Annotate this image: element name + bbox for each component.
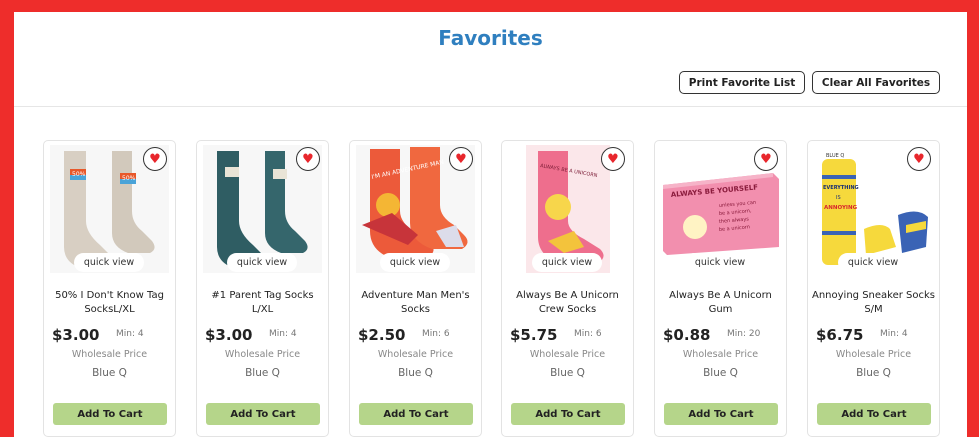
clear-favorites-button[interactable]: Clear All Favorites <box>812 71 940 94</box>
product-name[interactable]: Adventure Man Men's Socks <box>354 289 477 317</box>
product-name[interactable]: Annoying Sneaker Socks S/M <box>812 289 935 317</box>
product-price: $0.88 <box>663 326 711 344</box>
product-card[interactable]: I'M AN ADVENTURE MAN ♥ quick view Advent… <box>349 140 482 437</box>
page-title: Favorites <box>438 26 543 50</box>
quick-view-button[interactable]: quick view <box>380 253 450 272</box>
add-to-cart-button[interactable]: Add To Cart <box>359 403 473 425</box>
product-card[interactable]: ALWAYS BE YOURSELF unless you can be a u… <box>654 140 787 437</box>
minimum-quantity: Min: 4 <box>116 329 144 339</box>
add-to-cart-button[interactable]: Add To Cart <box>817 403 931 425</box>
favorite-heart-button[interactable]: ♥ <box>449 147 473 171</box>
product-card[interactable]: 50% 50% ♥ quick view 50% I Don't Know Ta… <box>43 140 176 437</box>
add-to-cart-button[interactable]: Add To Cart <box>511 403 625 425</box>
quick-view-button[interactable]: quick view <box>838 253 908 272</box>
product-brand: Blue Q <box>245 367 280 379</box>
product-brand: Blue Q <box>856 367 891 379</box>
favorite-heart-button[interactable]: ♥ <box>907 147 931 171</box>
sock-print-text: EVERYTHING <box>823 185 859 191</box>
sock-print-text: IS <box>836 195 841 201</box>
heart-icon: ♥ <box>302 151 314 167</box>
wholesale-price-label: Wholesale Price <box>835 349 912 360</box>
heart-icon: ♥ <box>149 151 161 167</box>
wholesale-price-label: Wholesale Price <box>224 349 301 360</box>
minimum-quantity: Min: 6 <box>574 329 602 339</box>
heart-icon: ♥ <box>607 151 619 167</box>
add-to-cart-button[interactable]: Add To Cart <box>664 403 778 425</box>
product-card[interactable]: ALWAYS BE A UNICORN ♥ quick view Always … <box>501 140 634 437</box>
product-brand: Blue Q <box>398 367 433 379</box>
favorite-heart-button[interactable]: ♥ <box>143 147 167 171</box>
product-brand: Blue Q <box>550 367 585 379</box>
wholesale-price-label: Wholesale Price <box>529 349 606 360</box>
print-favorites-button[interactable]: Print Favorite List <box>679 71 805 94</box>
product-price: $6.75 <box>816 326 864 344</box>
product-price: $5.75 <box>510 326 558 344</box>
favorite-heart-button[interactable]: ♥ <box>296 147 320 171</box>
add-to-cart-button[interactable]: Add To Cart <box>53 403 167 425</box>
quick-view-button[interactable]: quick view <box>685 253 755 272</box>
product-price: $3.00 <box>52 326 100 344</box>
heart-icon: ♥ <box>455 151 467 167</box>
header-divider <box>14 106 967 107</box>
wholesale-price-label: Wholesale Price <box>377 349 454 360</box>
sock-top-text: BLUE Q <box>826 153 844 159</box>
product-price: $3.00 <box>205 326 253 344</box>
product-brand: Blue Q <box>703 367 738 379</box>
product-name[interactable]: #1 Parent Tag Socks L/XL <box>201 289 324 317</box>
heart-icon: ♥ <box>760 151 772 167</box>
quick-view-button[interactable]: quick view <box>532 253 602 272</box>
quick-view-button[interactable]: quick view <box>227 253 297 272</box>
heart-icon: ♥ <box>913 151 925 167</box>
product-price: $2.50 <box>358 326 406 344</box>
sock-print-text: ANNOYING <box>824 205 858 211</box>
minimum-quantity: Min: 4 <box>269 329 297 339</box>
favorite-heart-button[interactable]: ♥ <box>601 147 625 171</box>
wholesale-price-label: Wholesale Price <box>71 349 148 360</box>
product-brand: Blue Q <box>92 367 127 379</box>
sock-tag-text-b: 50% <box>122 175 136 182</box>
minimum-quantity: Min: 4 <box>880 329 908 339</box>
product-card[interactable]: BLUE Q EVERYTHING IS ANNOYING ♥ quick vi… <box>807 140 940 437</box>
favorite-heart-button[interactable]: ♥ <box>754 147 778 171</box>
minimum-quantity: Min: 20 <box>727 329 761 339</box>
product-card[interactable]: ♥ quick view #1 Parent Tag Socks L/XL $3… <box>196 140 329 437</box>
product-name[interactable]: Always Be A Unicorn Crew Socks <box>506 289 629 317</box>
product-name[interactable]: 50% I Don't Know Tag SocksL/XL <box>48 289 171 317</box>
wholesale-price-label: Wholesale Price <box>682 349 759 360</box>
favorites-panel: Favorites Print Favorite List Clear All … <box>14 12 967 437</box>
add-to-cart-button[interactable]: Add To Cart <box>206 403 320 425</box>
minimum-quantity: Min: 6 <box>422 329 450 339</box>
sock-tag-text-a: 50% <box>72 171 86 178</box>
product-name[interactable]: Always Be A Unicorn Gum <box>659 289 782 317</box>
quick-view-button[interactable]: quick view <box>74 253 144 272</box>
